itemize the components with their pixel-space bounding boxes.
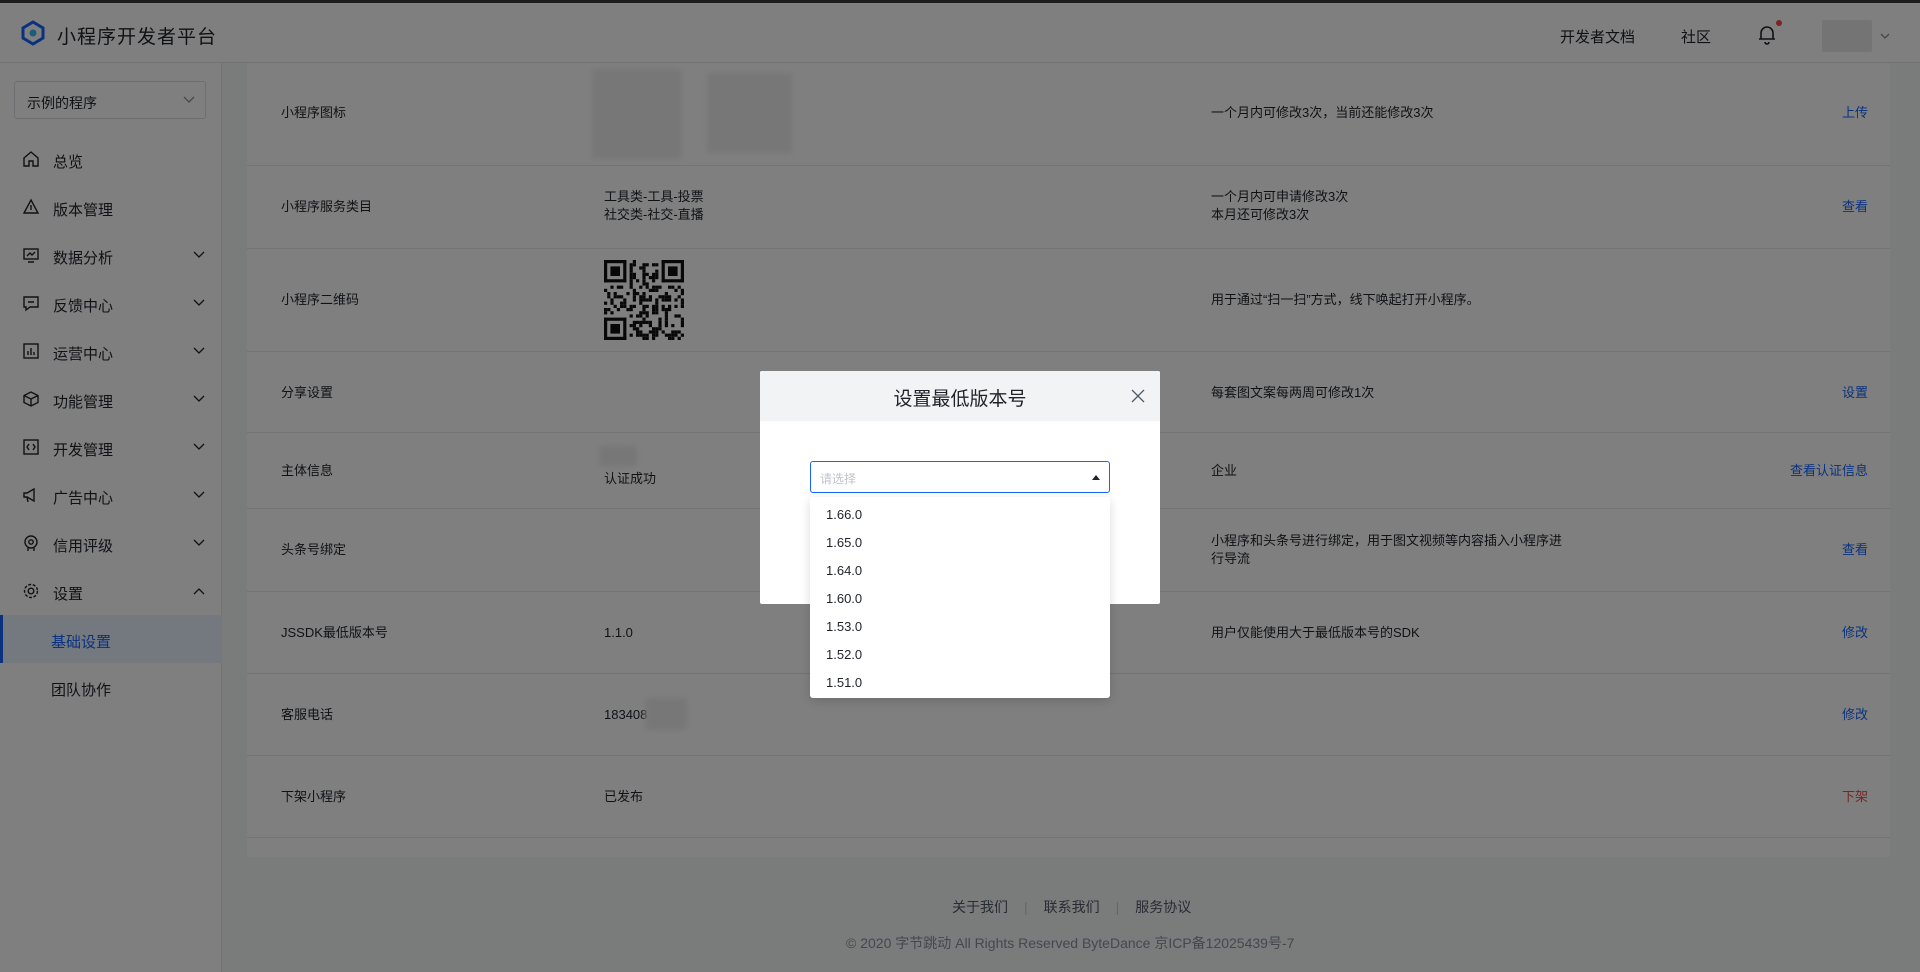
version-option[interactable]: 1.64.0 (810, 557, 1110, 585)
version-option[interactable]: 1.52.0 (810, 641, 1110, 669)
close-icon[interactable] (1131, 389, 1145, 403)
version-option[interactable]: 1.66.0 (810, 501, 1110, 529)
version-option[interactable]: 1.51.0 (810, 669, 1110, 697)
modal-title: 设置最低版本号 (893, 389, 1027, 410)
version-select[interactable]: 请选择 (810, 461, 1110, 493)
modal-header: 设置最低版本号 (760, 371, 1160, 421)
version-dropdown: 1.66.0 1.65.0 1.64.0 1.60.0 1.53.0 1.52.… (810, 497, 1110, 698)
version-select-placeholder: 请选择 (820, 472, 857, 486)
version-option[interactable]: 1.60.0 (810, 585, 1110, 613)
version-option[interactable]: 1.53.0 (810, 613, 1110, 641)
caret-up-icon (1092, 475, 1100, 480)
version-option[interactable]: 1.65.0 (810, 529, 1110, 557)
